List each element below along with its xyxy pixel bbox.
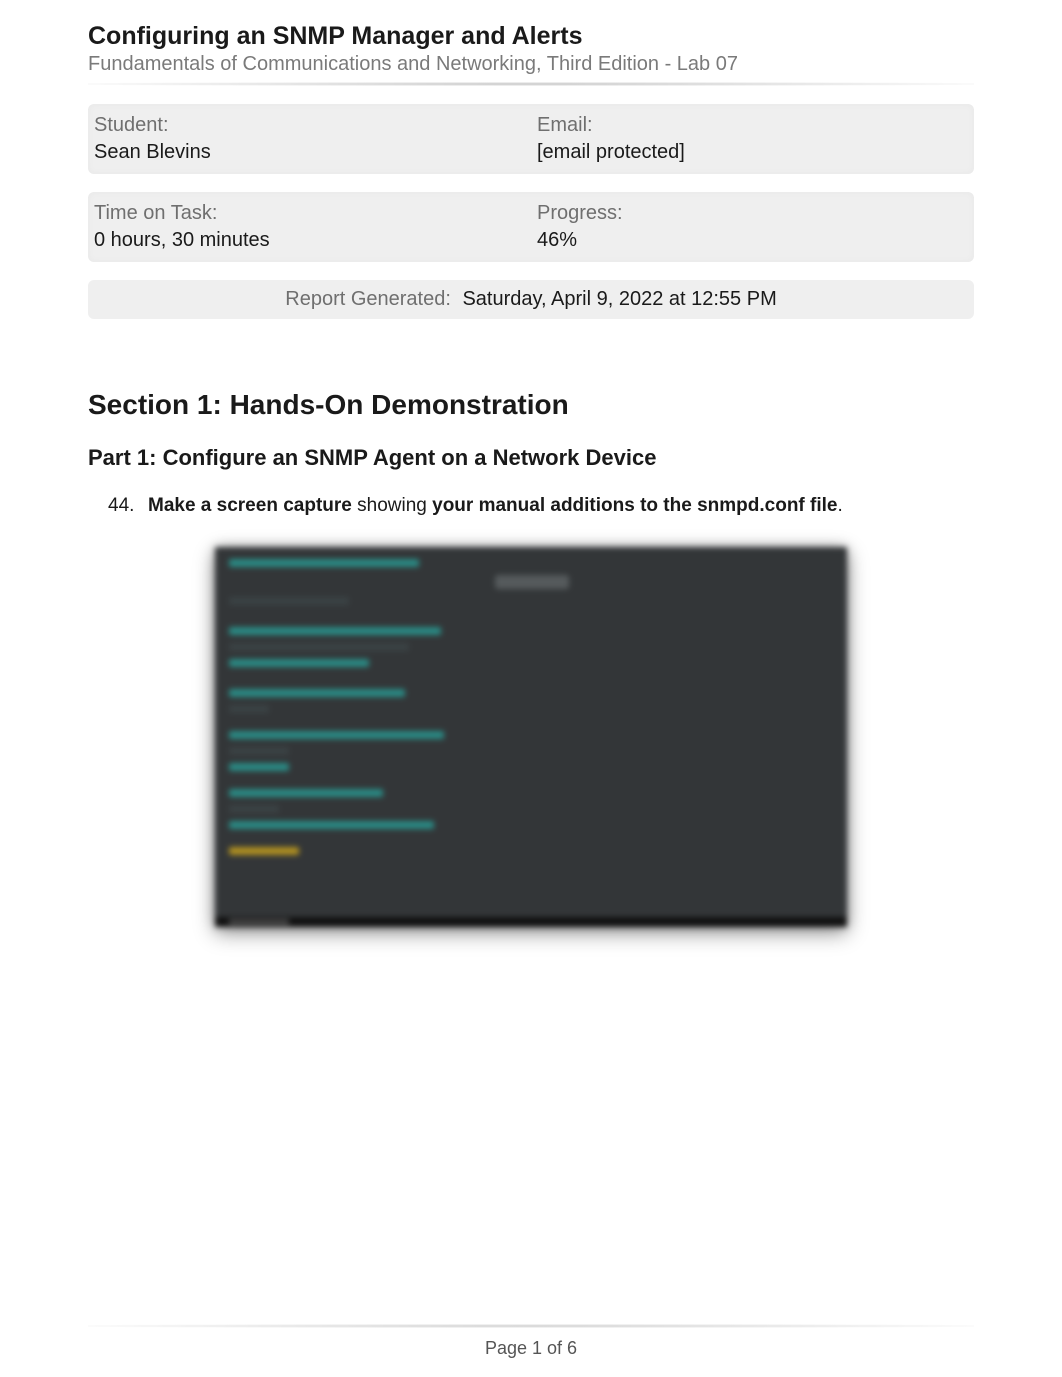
report-value: Saturday, April 9, 2022 at 12:55 PM — [462, 288, 776, 310]
email-label: Email: — [537, 114, 974, 137]
time-value: 0 hours, 30 minutes — [94, 229, 531, 252]
student-value: Sean Blevins — [94, 141, 531, 164]
student-label: Student: — [94, 114, 531, 137]
part-heading: Part 1: Configure an SNMP Agent on a Net… — [88, 445, 974, 471]
task-number: 44. — [108, 495, 148, 517]
footer-divider — [88, 1324, 974, 1328]
section-heading: Section 1: Hands-On Demonstration — [88, 389, 974, 421]
header-divider — [88, 82, 974, 86]
task-item: 44. Make a screen capture showing your m… — [88, 495, 974, 517]
task-bold-2: your manual additions to the snmpd.conf … — [432, 495, 837, 516]
email-value: [email protected] — [537, 141, 974, 164]
time-label: Time on Task: — [94, 202, 531, 225]
page-number: Page 1 of 6 — [88, 1338, 974, 1359]
time-progress-block: Time on Task: 0 hours, 30 minutes Progre… — [88, 192, 974, 262]
task-mid: showing — [352, 495, 432, 516]
document-title: Configuring an SNMP Manager and Alerts — [88, 22, 974, 51]
document-subtitle: Fundamentals of Communications and Netwo… — [88, 53, 974, 76]
progress-value: 46% — [537, 229, 974, 252]
task-end: . — [837, 495, 842, 516]
task-bold-1: Make a screen capture — [148, 495, 352, 516]
task-text: Make a screen capture showing your manua… — [148, 495, 843, 517]
report-label: Report Generated: — [285, 288, 451, 310]
terminal-screenshot — [215, 547, 847, 927]
progress-label: Progress: — [537, 202, 974, 225]
student-email-block: Student: Sean Blevins Email: [email prot… — [88, 104, 974, 174]
report-generated-row: Report Generated: Saturday, April 9, 202… — [88, 280, 974, 319]
